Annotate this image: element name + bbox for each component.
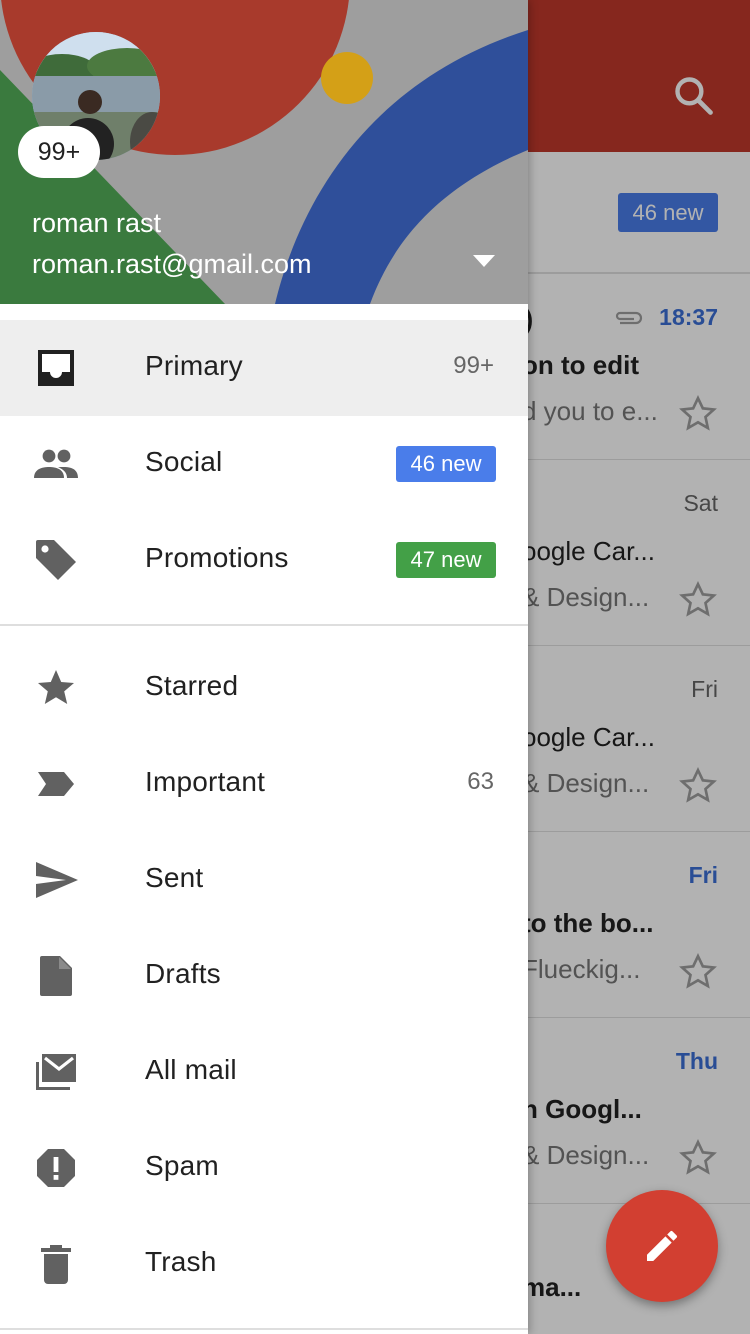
account-name: roman rast xyxy=(32,208,162,238)
draft-icon xyxy=(40,956,72,996)
star-icon xyxy=(38,670,74,704)
compose-button[interactable] xyxy=(606,1190,718,1302)
account-dropdown-icon[interactable] xyxy=(472,254,496,268)
drawer-item-promotions[interactable]: Promotions 47 new xyxy=(0,512,528,608)
all-mail-icon xyxy=(36,1054,76,1090)
drawer-item-trash[interactable]: Trash xyxy=(0,1216,528,1312)
drawer-item-primary[interactable]: Primary 99+ xyxy=(0,320,528,416)
drawer-item-count: 99+ xyxy=(453,352,494,379)
drawer-item-all-mail[interactable]: All mail xyxy=(0,1024,528,1120)
pencil-icon xyxy=(647,1230,678,1261)
send-icon xyxy=(36,862,78,898)
people-icon xyxy=(34,449,78,478)
account-header: 99+ roman rast roman.rast@gmail.com xyxy=(0,0,528,304)
drawer-item-label: Spam xyxy=(145,1150,219,1181)
drawer-item-starred[interactable]: Starred xyxy=(0,640,528,736)
new-count-badge: 47 new xyxy=(396,542,496,578)
drawer-item-sent[interactable]: Sent xyxy=(0,832,528,928)
section-divider xyxy=(0,1328,528,1330)
drawer-item-label: Trash xyxy=(145,1246,217,1277)
drawer-item-label: Drafts xyxy=(145,958,221,989)
drawer-item-label: All mail xyxy=(145,1054,237,1085)
drawer-item-social[interactable]: Social 46 new xyxy=(0,416,528,512)
drawer-item-label: Important xyxy=(145,766,266,797)
drawer-item-count: 63 xyxy=(467,768,494,795)
important-icon xyxy=(38,772,74,796)
navigation-drawer: 99+ roman rast roman.rast@gmail.com Prim… xyxy=(0,0,528,1334)
tag-icon xyxy=(36,540,76,580)
trash-icon xyxy=(41,1245,71,1284)
section-divider xyxy=(0,624,528,626)
drawer-item-drafts[interactable]: Drafts xyxy=(0,928,528,1024)
account-email: roman.rast@gmail.com xyxy=(32,249,312,279)
drawer-item-label: Sent xyxy=(145,862,204,893)
new-count-badge: 46 new xyxy=(396,446,496,482)
drawer-item-important[interactable]: Important 63 xyxy=(0,736,528,832)
drawer-item-label: Social xyxy=(145,446,223,477)
inbox-icon xyxy=(38,350,74,386)
drawer-item-label: Promotions xyxy=(145,542,289,573)
notification-count-badge: 99+ xyxy=(18,126,100,178)
drawer-item-label: Primary xyxy=(145,350,243,381)
drawer-item-spam[interactable]: Spam xyxy=(0,1120,528,1216)
drawer-item-label: Starred xyxy=(145,670,239,701)
spam-icon xyxy=(37,1149,75,1187)
